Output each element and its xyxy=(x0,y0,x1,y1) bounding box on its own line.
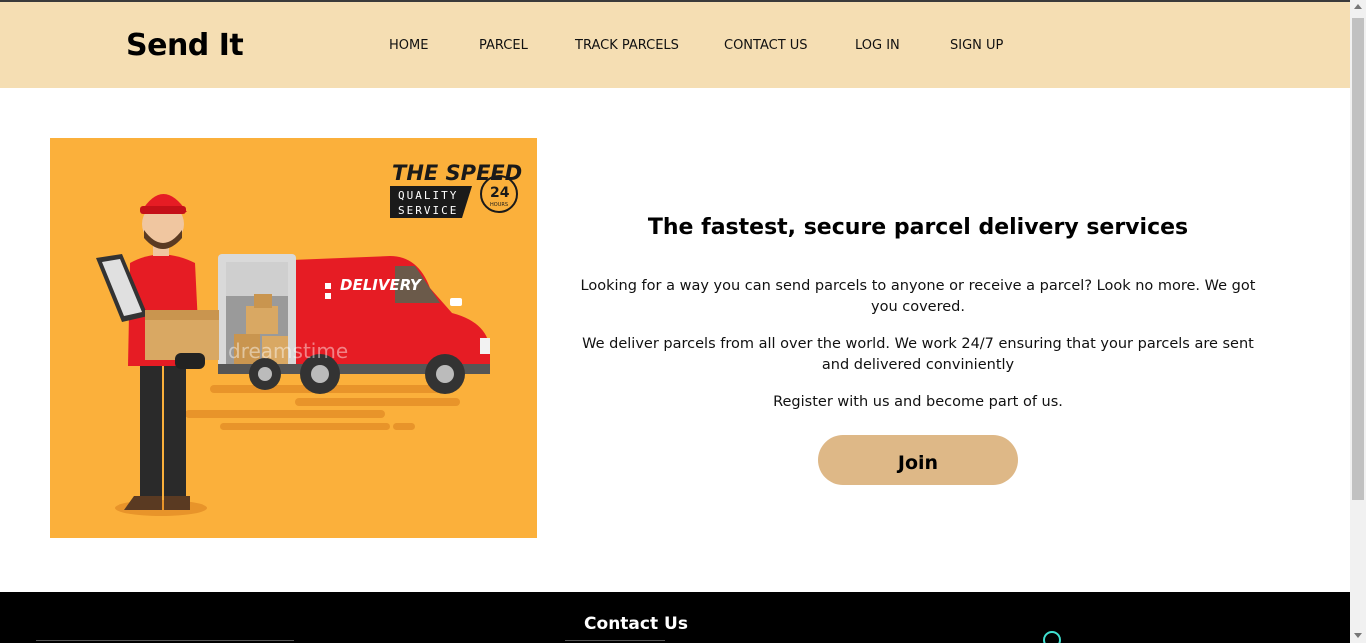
nav-parcel[interactable]: PARCEL xyxy=(479,38,528,53)
badge-hours: 24 xyxy=(490,185,510,201)
scroll-thumb[interactable] xyxy=(1352,18,1364,500)
badge-line2: SERVICE xyxy=(398,204,458,217)
badge-hours-label: HOURS xyxy=(490,202,508,208)
scroll-up-arrow-icon[interactable] xyxy=(1354,4,1362,9)
nav-sign-up[interactable]: SIGN UP xyxy=(950,38,1003,53)
hero-content: The fastest, secure parcel delivery serv… xyxy=(567,215,1269,429)
site-footer: Contact Us xyxy=(0,592,1350,643)
scroll-down-arrow-icon[interactable] xyxy=(1354,633,1362,638)
page: Send It HOME PARCEL TRACK PARCELS CONTAC… xyxy=(0,0,1366,643)
delivery-illustration: DELIVERY dreamstime THE SPEED QUALITY SE… xyxy=(96,161,522,516)
watermark: dreamstime xyxy=(228,339,348,363)
hero-heading: The fastest, secure parcel delivery serv… xyxy=(647,215,1189,240)
brand-logo[interactable]: Send It xyxy=(126,28,244,63)
hero-image: DELIVERY dreamstime THE SPEED QUALITY SE… xyxy=(50,138,537,538)
nav-contact-us[interactable]: CONTACT US xyxy=(724,38,808,53)
footer-divider xyxy=(565,640,665,641)
hero-paragraph-2: We deliver parcels from all over the wor… xyxy=(582,336,1254,373)
van-label: DELIVERY xyxy=(340,276,423,294)
badge-title: THE SPEED xyxy=(392,161,522,185)
contact-icon[interactable] xyxy=(1043,631,1061,643)
footer-divider xyxy=(36,640,294,641)
join-button[interactable]: Join xyxy=(818,435,1018,485)
nav-log-in[interactable]: LOG IN xyxy=(855,38,900,53)
hero-paragraph-1: Looking for a way you can send parcels t… xyxy=(580,278,1256,315)
nav-home[interactable]: HOME xyxy=(389,38,428,53)
footer-title: Contact Us xyxy=(584,614,688,634)
hero-paragraph-3: Register with us and become part of us. xyxy=(773,394,1063,410)
page-scrollbar[interactable] xyxy=(1350,0,1366,643)
site-header: Send It HOME PARCEL TRACK PARCELS CONTAC… xyxy=(0,2,1350,88)
nav-track-parcels[interactable]: TRACK PARCELS xyxy=(575,38,679,53)
badge-line1: QUALITY xyxy=(398,189,458,202)
